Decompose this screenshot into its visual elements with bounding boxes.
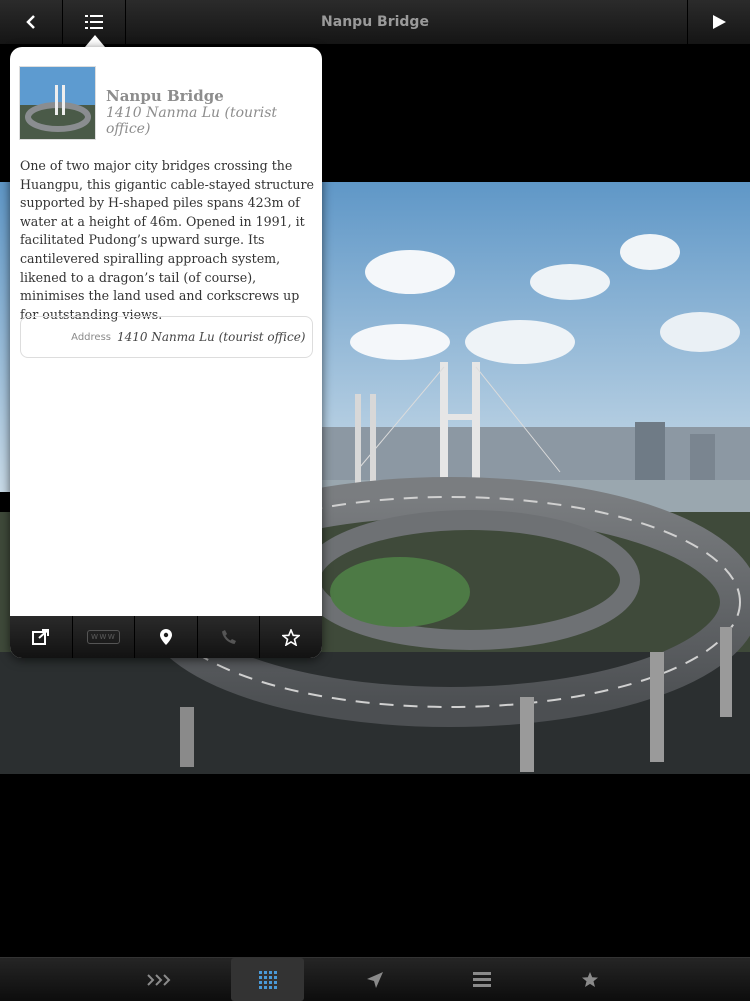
star-icon — [282, 628, 301, 646]
nav-chevrons-button[interactable] — [125, 958, 195, 1001]
website-button[interactable]: www — [73, 616, 136, 658]
map-pin-icon — [159, 629, 172, 645]
place-popover: Nanpu Bridge 1410 Nanma Lu (tourist offi… — [10, 47, 322, 658]
nav-list-button[interactable] — [452, 958, 512, 1001]
nav-grid-button[interactable] — [231, 958, 304, 1001]
map-button[interactable] — [135, 616, 198, 658]
list-icon — [473, 971, 491, 987]
share-button[interactable] — [10, 616, 73, 658]
address-row[interactable]: Address 1410 Nanma Lu (tourist office) — [20, 316, 313, 358]
favorite-button[interactable] — [260, 616, 322, 658]
address-label: Address — [71, 331, 111, 343]
place-title: Nanpu Bridge — [106, 87, 224, 105]
phone-button[interactable] — [198, 616, 261, 658]
star-icon — [582, 972, 598, 987]
www-label: www — [86, 630, 120, 644]
top-bar: Nanpu Bridge — [0, 0, 750, 45]
place-subtitle: 1410 Nanma Lu (tourist office) — [106, 105, 278, 137]
location-arrow-icon — [367, 971, 383, 988]
play-icon — [713, 15, 726, 29]
address-value: 1410 Nanma Lu (tourist office) — [117, 330, 306, 344]
nav-favorites-button[interactable] — [560, 958, 620, 1001]
grid-icon — [258, 970, 277, 989]
popover-arrow — [85, 35, 105, 47]
bottom-nav — [0, 957, 750, 1001]
nav-location-button[interactable] — [345, 958, 405, 1001]
phone-icon — [221, 630, 236, 644]
place-thumbnail — [19, 66, 96, 140]
page-title: Nanpu Bridge — [321, 14, 429, 30]
play-button[interactable] — [687, 0, 750, 44]
place-description: One of two major city bridges crossing t… — [20, 158, 314, 322]
share-icon — [31, 629, 49, 645]
popover-toolbar: www — [10, 616, 322, 658]
chevrons-icon — [147, 973, 171, 986]
